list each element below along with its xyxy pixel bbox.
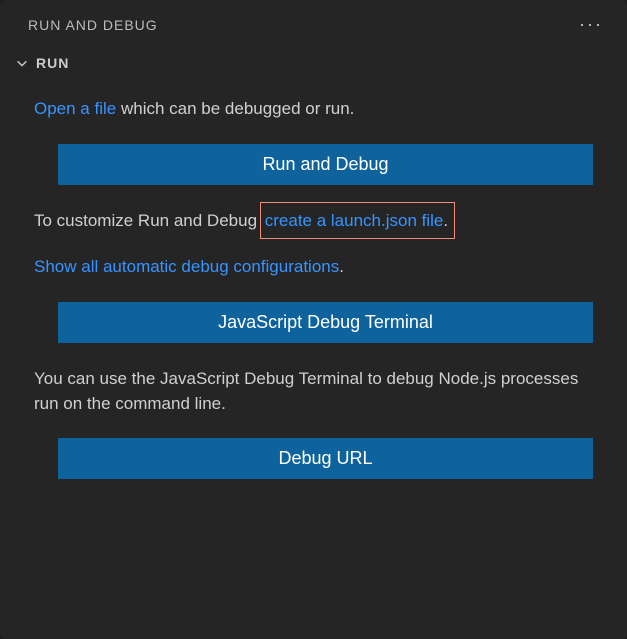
chevron-down-icon — [14, 55, 30, 71]
section-title: RUN — [36, 55, 69, 71]
run-content: Open a file which can be debugged or run… — [0, 85, 627, 523]
open-file-text: which can be debugged or run. — [116, 99, 354, 118]
customize-prompt: To customize Run and Debug create a laun… — [34, 209, 593, 234]
panel-header: RUN AND DEBUG ··· — [0, 0, 627, 45]
create-launch-highlight: create a launch.json file. — [260, 202, 455, 239]
show-all-configs-line: Show all automatic debug configurations. — [34, 255, 593, 280]
customize-text-pre: To customize Run and Debug — [34, 211, 262, 230]
show-all-configs-link[interactable]: Show all automatic debug configurations — [34, 257, 339, 276]
panel-title: RUN AND DEBUG — [28, 17, 158, 33]
open-file-prompt: Open a file which can be debugged or run… — [34, 97, 593, 122]
customize-text-post: . — [443, 211, 448, 230]
show-all-configs-post: . — [339, 257, 344, 276]
debug-url-button[interactable]: Debug URL — [58, 438, 593, 479]
run-and-debug-button[interactable]: Run and Debug — [58, 144, 593, 185]
more-actions-icon[interactable]: ··· — [579, 14, 607, 35]
js-terminal-description: You can use the JavaScript Debug Termina… — [34, 367, 593, 416]
create-launch-json-link[interactable]: create a launch.json file — [265, 211, 444, 230]
js-debug-terminal-button[interactable]: JavaScript Debug Terminal — [58, 302, 593, 343]
section-run-header[interactable]: RUN — [0, 45, 627, 85]
run-debug-panel: RUN AND DEBUG ··· RUN Open a file which … — [0, 0, 627, 639]
open-file-link[interactable]: Open a file — [34, 99, 116, 118]
